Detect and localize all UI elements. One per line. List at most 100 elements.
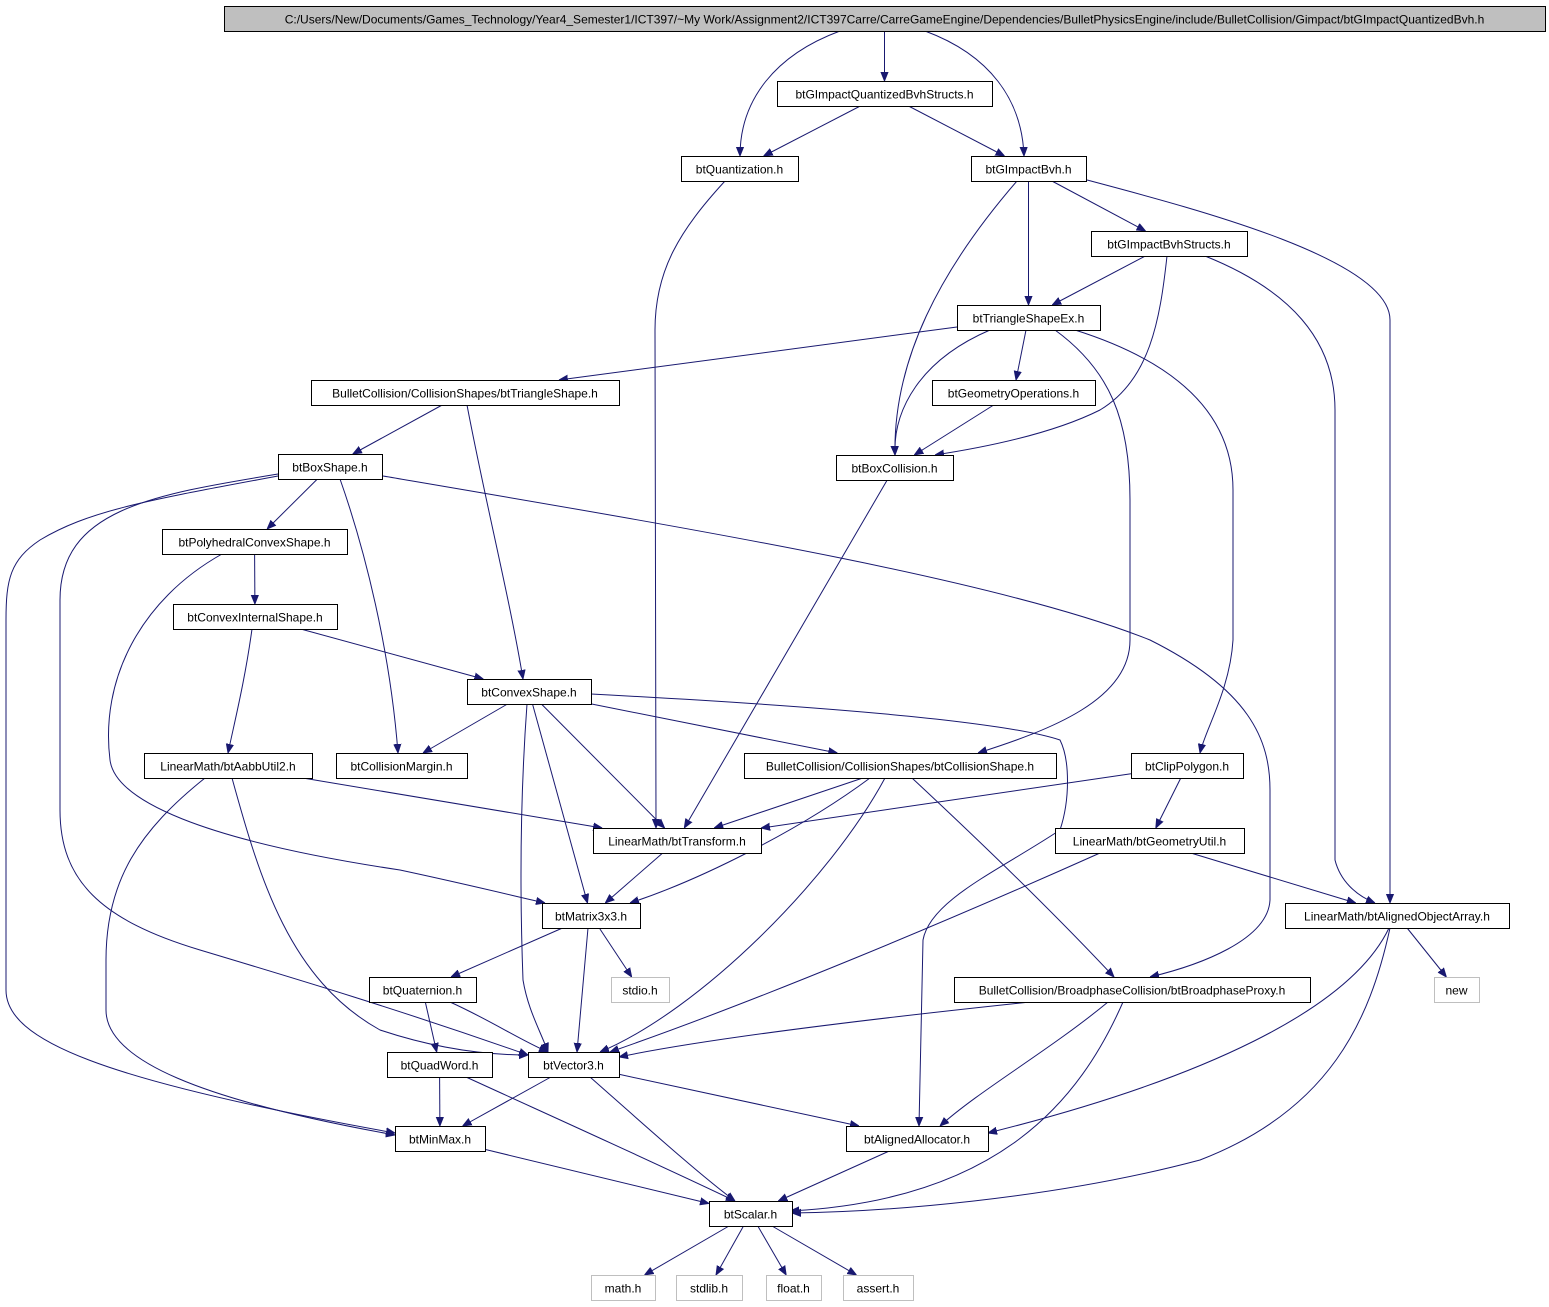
edge-transform-to-matrix bbox=[605, 852, 664, 903]
edge-alignedalloc-to-scalar bbox=[778, 1150, 890, 1201]
edge-convexshape-to-vector3 bbox=[520, 703, 548, 1052]
node-label: btClipPolygon.h bbox=[1145, 760, 1229, 774]
node-clippoly[interactable]: btClipPolygon.h bbox=[1131, 753, 1244, 779]
node-root[interactable]: C:/Users/New/Documents/Games_Technology/… bbox=[224, 6, 1546, 32]
edge-aabbutil-to-vector3 bbox=[231, 777, 528, 1055]
node-label: btGImpactBvhStructs.h bbox=[1107, 238, 1230, 252]
node-new: new bbox=[1434, 977, 1480, 1003]
node-quaternion[interactable]: btQuaternion.h bbox=[369, 977, 477, 1003]
node-math: math.h bbox=[591, 1275, 656, 1301]
node-aabbutil[interactable]: LinearMath/btAabbUtil2.h bbox=[144, 753, 313, 779]
node-gimpactbvh[interactable]: btGImpactBvh.h bbox=[971, 156, 1087, 182]
edge-trishape-to-boxshape bbox=[353, 404, 443, 454]
node-scalar[interactable]: btScalar.h bbox=[709, 1201, 793, 1227]
node-label: btPolyhedralConvexShape.h bbox=[178, 536, 330, 550]
edge-trishape-to-convexshape bbox=[466, 404, 523, 679]
node-label: btAlignedAllocator.h bbox=[864, 1133, 970, 1147]
node-quadword[interactable]: btQuadWord.h bbox=[387, 1052, 493, 1078]
edge-vector3-to-alignedalloc bbox=[618, 1073, 859, 1126]
node-label: btTriangleShapeEx.h bbox=[973, 312, 1085, 326]
node-assert: assert.h bbox=[843, 1275, 914, 1301]
edge-scalar-to-stdlib bbox=[716, 1225, 744, 1275]
edge-qbvhstructs-to-gimpactbvh bbox=[908, 105, 1005, 156]
node-alignedarr[interactable]: LinearMath/btAlignedObjectArray.h bbox=[1285, 903, 1510, 929]
node-label: LinearMath/btTransform.h bbox=[608, 835, 746, 849]
node-qbvhstructs[interactable]: btGImpactQuantizedBvhStructs.h bbox=[777, 81, 993, 107]
edge-collshape-to-bpproxy bbox=[911, 777, 1114, 977]
edge-collshape-to-vector3 bbox=[600, 777, 886, 1052]
node-boxcoll[interactable]: btBoxCollision.h bbox=[836, 455, 954, 481]
node-label: btConvexInternalShape.h bbox=[187, 611, 322, 625]
node-trishape[interactable]: BulletCollision/CollisionShapes/btTriang… bbox=[311, 380, 620, 406]
edge-boxshape-to-collmargin bbox=[339, 478, 398, 753]
node-label: LinearMath/btAlignedObjectArray.h bbox=[1304, 910, 1490, 924]
node-label: btQuaternion.h bbox=[383, 984, 462, 998]
edge-convexshape-to-collshape bbox=[590, 703, 837, 753]
edge-alignedarr-to-scalar bbox=[792, 927, 1391, 1213]
node-label: LinearMath/btAabbUtil2.h bbox=[160, 760, 295, 774]
edge-collshape-to-transform bbox=[714, 777, 863, 828]
node-matrix[interactable]: btMatrix3x3.h bbox=[542, 903, 641, 929]
node-minmax[interactable]: btMinMax.h bbox=[395, 1126, 486, 1152]
node-bpproxy[interactable]: BulletCollision/BroadphaseCollision/btBr… bbox=[954, 977, 1311, 1003]
node-collshape[interactable]: BulletCollision/CollisionShapes/btCollis… bbox=[744, 753, 1057, 779]
node-alignedalloc[interactable]: btAlignedAllocator.h bbox=[846, 1126, 989, 1152]
node-label: btMatrix3x3.h bbox=[555, 910, 627, 924]
edge-boxshape-to-polyconvex bbox=[267, 478, 318, 529]
edge-scalar-to-float bbox=[757, 1225, 786, 1275]
edge-minmax-to-scalar bbox=[484, 1148, 709, 1203]
node-label: assert.h bbox=[857, 1282, 900, 1296]
edge-convexint-to-convexshape bbox=[300, 628, 484, 679]
node-quantization[interactable]: btQuantization.h bbox=[681, 156, 799, 182]
node-collmargin[interactable]: btCollisionMargin.h bbox=[336, 753, 468, 779]
node-convexshape[interactable]: btConvexShape.h bbox=[467, 679, 592, 705]
node-float: float.h bbox=[766, 1275, 822, 1301]
node-label: BulletCollision/CollisionShapes/btTriang… bbox=[332, 387, 598, 401]
node-label: btVector3.h bbox=[543, 1059, 604, 1073]
edge-vector3-to-minmax bbox=[463, 1076, 552, 1126]
node-label: C:/Users/New/Documents/Games_Technology/… bbox=[285, 13, 1485, 27]
node-label: btBoxShape.h bbox=[292, 461, 367, 475]
node-polyconvex[interactable]: btPolyhedralConvexShape.h bbox=[162, 529, 348, 555]
edge-boxshape-to-minmax bbox=[5, 475, 395, 1133]
edge-convexshape-to-matrix bbox=[532, 703, 588, 903]
edges-layer bbox=[5, 30, 1446, 1275]
node-label: BulletCollision/BroadphaseCollision/btBr… bbox=[979, 984, 1286, 998]
node-transform[interactable]: LinearMath/btTransform.h bbox=[593, 828, 762, 854]
node-geomutil[interactable]: LinearMath/btGeometryUtil.h bbox=[1055, 828, 1245, 854]
edge-matrix-to-quaternion bbox=[451, 927, 563, 977]
node-label: BulletCollision/CollisionShapes/btCollis… bbox=[766, 760, 1034, 774]
node-label: float.h bbox=[777, 1282, 810, 1296]
node-label: btMinMax.h bbox=[409, 1133, 471, 1147]
node-label: btConvexShape.h bbox=[481, 686, 576, 700]
node-label: btCollisionMargin.h bbox=[350, 760, 452, 774]
node-triex[interactable]: btTriangleShapeEx.h bbox=[957, 305, 1101, 331]
node-bvhstructs[interactable]: btGImpactBvhStructs.h bbox=[1091, 231, 1248, 257]
node-label: math.h bbox=[605, 1282, 642, 1296]
node-boxshape[interactable]: btBoxShape.h bbox=[278, 454, 383, 480]
node-label: LinearMath/btGeometryUtil.h bbox=[1073, 835, 1226, 849]
node-convexint[interactable]: btConvexInternalShape.h bbox=[173, 604, 338, 630]
edge-alignedarr-to-new bbox=[1406, 927, 1446, 977]
node-label: stdlib.h bbox=[690, 1282, 728, 1296]
edge-matrix-to-vector3 bbox=[577, 927, 589, 1052]
node-label: btBoxCollision.h bbox=[851, 462, 937, 476]
node-vector3[interactable]: btVector3.h bbox=[528, 1052, 620, 1078]
node-geomops[interactable]: btGeometryOperations.h bbox=[932, 380, 1096, 406]
edge-clippoly-to-transform bbox=[761, 773, 1132, 828]
edge-gimpactbvh-to-bvhstructs bbox=[1051, 180, 1146, 231]
node-label: btGeometryOperations.h bbox=[948, 387, 1079, 401]
node-label: new bbox=[1445, 984, 1467, 998]
edge-quadword-to-scalar bbox=[465, 1076, 735, 1201]
include-dependency-graph: C:/Users/New/Documents/Games_Technology/… bbox=[5, 6, 1546, 1301]
edge-convexshape-to-collmargin bbox=[423, 703, 508, 753]
node-label: btQuadWord.h bbox=[401, 1059, 479, 1073]
edge-scalar-to-math bbox=[645, 1225, 730, 1275]
edge-boxshape-to-bpproxy bbox=[382, 475, 1271, 977]
edge-convexint-to-aabbutil bbox=[228, 628, 253, 753]
node-label: btScalar.h bbox=[724, 1208, 777, 1222]
edge-bpproxy-to-scalar bbox=[790, 1001, 1124, 1211]
node-stdio: stdio.h bbox=[611, 977, 670, 1003]
node-label: stdio.h bbox=[622, 984, 657, 998]
edge-geomutil-to-alignedarr bbox=[1190, 852, 1356, 903]
